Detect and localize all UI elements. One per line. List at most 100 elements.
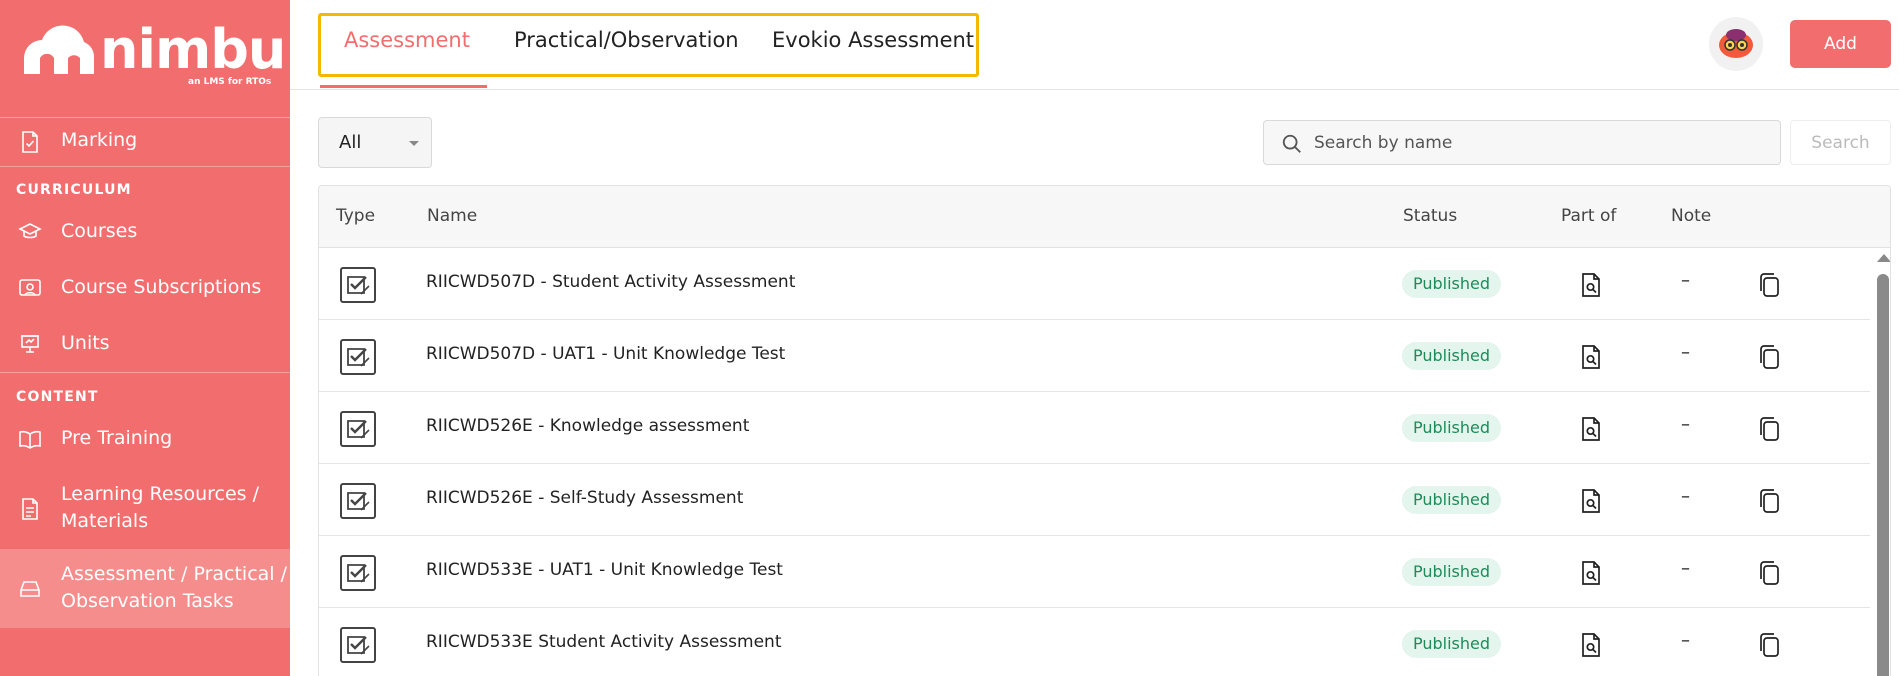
scroll-up-arrow-icon[interactable] <box>1877 254 1890 262</box>
assessment-type-icon <box>340 339 376 375</box>
row-note: – <box>1681 486 1690 507</box>
table-row[interactable]: RIICWD507D - Student Activity Assessment… <box>319 248 1870 320</box>
table-scrollbar[interactable] <box>1872 248 1890 676</box>
add-button[interactable]: Add <box>1790 20 1891 68</box>
copy-icon[interactable] <box>1757 560 1781 586</box>
copy-icon[interactable] <box>1757 632 1781 658</box>
type-filter-select[interactable]: All <box>318 117 432 168</box>
user-avatar-icon <box>1719 29 1753 58</box>
table-row[interactable]: RIICWD507D - UAT1 - Unit Knowledge Test … <box>319 320 1870 392</box>
header-divider <box>290 89 1899 90</box>
presentation-board-icon <box>21 335 39 353</box>
row-name[interactable]: RIICWD526E - Self-Study Assessment <box>426 488 743 508</box>
column-header-part-of: Part of <box>1561 206 1617 226</box>
table-header: Type Name Status Part of Note <box>319 186 1890 248</box>
sidebar-item-label: Materials <box>61 510 149 532</box>
table-row[interactable]: RIICWD533E Student Activity Assessment P… <box>319 608 1870 676</box>
status-badge: Published <box>1402 486 1502 514</box>
status-badge: Published <box>1402 558 1502 586</box>
open-book-icon <box>19 430 41 449</box>
assessment-table: Type Name Status Part of Note RIICWD507D… <box>318 185 1891 676</box>
sidebar-item-label: Pre Training <box>61 427 173 449</box>
graduation-cap-icon <box>18 223 42 239</box>
sidebar-item-label: Assessment / Practical / <box>61 563 288 585</box>
row-note: – <box>1681 342 1690 363</box>
assessment-type-icon <box>340 483 376 519</box>
copy-icon[interactable] <box>1757 416 1781 442</box>
logo-wordmark: nimbu <box>100 18 286 81</box>
row-note: – <box>1681 558 1690 579</box>
sidebar-divider <box>0 372 290 373</box>
sidebar-item-assessment-tasks[interactable]: Assessment / Practical / Observation Tas… <box>0 549 290 628</box>
cloud-logo-icon <box>24 25 95 74</box>
avatar[interactable] <box>1709 17 1763 71</box>
row-note: – <box>1681 630 1690 651</box>
row-name[interactable]: RIICWD507D - UAT1 - Unit Knowledge Test <box>426 344 785 364</box>
column-header-type: Type <box>336 206 376 226</box>
sidebar-item-label: Courses <box>61 220 138 242</box>
document-icon <box>22 498 38 520</box>
status-badge: Published <box>1402 342 1502 370</box>
status-badge: Published <box>1402 630 1502 658</box>
file-search-icon[interactable] <box>1579 344 1603 370</box>
tab-evokio-assessment[interactable]: Evokio Assessment <box>772 28 974 52</box>
assessment-type-icon <box>340 555 376 591</box>
caret-down-icon <box>409 141 419 146</box>
id-card-icon <box>19 279 41 296</box>
copy-icon[interactable] <box>1757 488 1781 514</box>
sidebar-divider <box>0 117 290 118</box>
status-badge: Published <box>1402 270 1502 298</box>
sidebar-item-label: Units <box>61 332 110 354</box>
file-check-icon <box>22 131 38 153</box>
sidebar-item-pre-training[interactable]: Pre Training <box>0 419 290 459</box>
search-icon <box>1282 134 1301 153</box>
search-box <box>1263 120 1781 165</box>
sidebar-divider <box>0 166 290 167</box>
assessment-type-icon <box>340 627 376 663</box>
search-input[interactable] <box>1314 121 1764 164</box>
tray-icon <box>20 581 40 597</box>
active-tab-indicator <box>320 85 487 88</box>
table-row[interactable]: RIICWD533E - UAT1 - Unit Knowledge Test … <box>319 536 1870 608</box>
column-header-name: Name <box>427 206 478 226</box>
file-search-icon[interactable] <box>1579 416 1603 442</box>
assessment-type-icon <box>340 267 376 303</box>
file-search-icon[interactable] <box>1579 560 1603 586</box>
sidebar-item-label: Course Subscriptions <box>61 276 262 298</box>
row-name[interactable]: RIICWD526E - Knowledge assessment <box>426 416 749 436</box>
logo-tagline: an LMS for RTOs <box>188 77 272 87</box>
copy-icon[interactable] <box>1757 272 1781 298</box>
row-note: – <box>1681 414 1690 435</box>
tab-assessment[interactable]: Assessment <box>344 28 470 52</box>
sidebar-item-label: Observation Tasks <box>61 590 234 612</box>
sidebar-item-marking[interactable]: Marking <box>0 120 290 165</box>
sidebar-item-units[interactable]: Units <box>0 324 290 364</box>
sidebar-item-label: Marking <box>61 129 138 151</box>
search-button[interactable]: Search <box>1790 120 1891 165</box>
section-heading-curriculum: CURRICULUM <box>16 182 132 198</box>
status-badge: Published <box>1402 414 1502 442</box>
sidebar: nimbu an LMS for RTOs Marking CURRICULUM… <box>0 0 290 676</box>
sidebar-item-courses[interactable]: Courses <box>0 212 290 252</box>
type-filter-value: All <box>339 132 362 153</box>
row-note: – <box>1681 270 1690 291</box>
file-search-icon[interactable] <box>1579 488 1603 514</box>
sidebar-item-learning-resources[interactable]: Learning Resources / Materials <box>0 476 290 541</box>
nimbu-logo[interactable]: nimbu an LMS for RTOs <box>18 18 286 88</box>
assessment-type-icon <box>340 411 376 447</box>
scrollbar-thumb[interactable] <box>1877 274 1889 676</box>
table-row[interactable]: RIICWD526E - Knowledge assessment Publis… <box>319 392 1870 464</box>
sidebar-item-course-subscriptions[interactable]: Course Subscriptions <box>0 268 290 308</box>
row-name[interactable]: RIICWD533E Student Activity Assessment <box>426 632 781 652</box>
column-header-status: Status <box>1403 206 1458 226</box>
tab-practical-observation[interactable]: Practical/Observation <box>514 28 739 52</box>
row-name[interactable]: RIICWD507D - Student Activity Assessment <box>426 272 795 292</box>
file-search-icon[interactable] <box>1579 272 1603 298</box>
section-heading-content: CONTENT <box>16 389 99 405</box>
copy-icon[interactable] <box>1757 344 1781 370</box>
row-name[interactable]: RIICWD533E - UAT1 - Unit Knowledge Test <box>426 560 783 580</box>
column-header-note: Note <box>1671 206 1712 226</box>
sidebar-item-label: Learning Resources / <box>61 483 259 505</box>
table-row[interactable]: RIICWD526E - Self-Study Assessment Publi… <box>319 464 1870 536</box>
file-search-icon[interactable] <box>1579 632 1603 658</box>
